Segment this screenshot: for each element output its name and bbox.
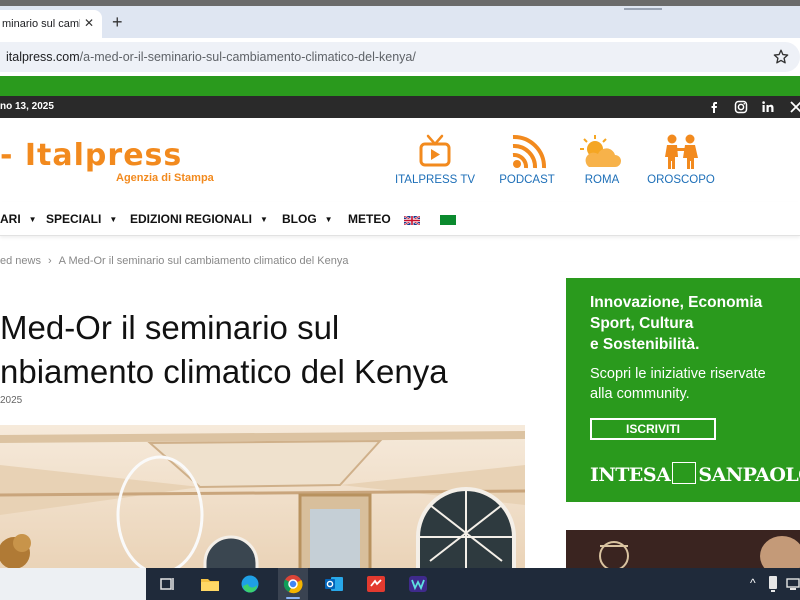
ad-headline-line: Sport, Cultura (590, 315, 694, 332)
ad-headline-line: e Sostenibilità. (590, 336, 700, 353)
logo-wordmark: - Italpress (0, 138, 183, 173)
task-view-icon[interactable] (158, 574, 178, 594)
ad-body-line: alla community. (590, 386, 690, 402)
caret-down-icon: ▼ (28, 215, 37, 224)
top-green-bar (0, 76, 800, 96)
ad-body-line: Scopri le iniziative riservate (590, 366, 766, 382)
ad-headline: Innovazione, Economia Sport, Cultura e S… (590, 292, 762, 355)
article-hero-image (0, 425, 525, 570)
intesa-sanpaolo-logo: INTESA SANPAOLO (590, 462, 800, 486)
instagram-icon[interactable] (733, 99, 749, 115)
breadcrumb: ed news › A Med-Or il seminario sul cambia… (0, 255, 348, 267)
tab-strip: minario sul camb ✕ + (0, 6, 800, 38)
linkedin-icon[interactable] (760, 99, 776, 115)
brand-right: SANPAOLO (698, 464, 800, 486)
breadcrumb-separator: › (47, 255, 52, 267)
nav-label: ARI (0, 212, 21, 226)
main-navigation: ARI ▼ SPECIALI ▼ EDIZIONI REGIONALI ▼ BLOG ▼… (0, 202, 800, 236)
new-tab-icon[interactable]: + (112, 13, 128, 31)
facebook-icon[interactable] (706, 99, 722, 115)
browser-tab[interactable]: minario sul camb ✕ (0, 10, 102, 38)
url-path: /a-med-or-il-seminario-sul-cambiamento-c… (79, 50, 416, 64)
teams-like-icon[interactable] (408, 574, 428, 594)
nav-label: SPECIALI (46, 212, 102, 226)
caret-down-icon: ▼ (109, 215, 118, 224)
edge-icon[interactable] (240, 574, 260, 594)
caret-down-icon: ▼ (324, 215, 333, 224)
network-icon[interactable] (786, 576, 800, 592)
url-text: italpress.com/a-med-or-il-seminario-sul-… (6, 50, 416, 64)
url-host: italpress.com (6, 50, 80, 64)
header-label: OROSCOPO (647, 174, 715, 186)
file-explorer-icon[interactable] (200, 574, 220, 594)
current-date: no 13, 2025 (0, 101, 54, 112)
header-link-oroscopo[interactable]: OROSCOPO (646, 134, 716, 196)
kids-icon (665, 134, 698, 169)
chrome-icon[interactable] (283, 574, 303, 594)
nav-item-edizioni-regionali[interactable]: EDIZIONI REGIONALI ▼ (130, 212, 268, 226)
ad-headline-line: Innovazione, Economia (590, 294, 763, 311)
taskbar-search-area[interactable] (0, 568, 146, 600)
x-twitter-icon[interactable] (788, 99, 800, 115)
publish-date: 2025 (0, 395, 23, 406)
window-drag-hint (624, 8, 662, 10)
header-label: PODCAST (499, 174, 555, 186)
iscriviti-button[interactable]: ISCRIVITI (590, 418, 716, 440)
intesa-sanpaolo-ad[interactable]: Innovazione, Economia Sport, Cultura e S… (566, 278, 800, 502)
top-info-bar: no 13, 2025 (0, 96, 800, 118)
nav-item-speciali[interactable]: SPECIALI ▼ (46, 212, 117, 226)
arabic-flag-icon[interactable] (440, 215, 456, 225)
article-title: Med-Or il seminario sul nbiamento climat… (0, 306, 530, 394)
logo-tagline: Agenzia di Stampa (116, 172, 214, 184)
screen: minario sul camb ✕ + italpress.com/a-med… (0, 0, 800, 600)
header-label: ROMA (584, 174, 620, 186)
outlook-icon[interactable] (324, 574, 344, 594)
podcast-icon (512, 134, 547, 169)
header-link-roma-weather[interactable]: ROMA (578, 134, 626, 196)
tv-icon (419, 134, 451, 167)
brand-left: INTESA (590, 464, 671, 486)
ad-photo (566, 530, 800, 570)
header-link-italpress-tv[interactable]: ITALPRESS TV (394, 134, 476, 196)
header-label: ITALPRESS TV (394, 174, 476, 186)
header-link-podcast[interactable]: PODCAST (496, 134, 558, 196)
secondary-ad-banner[interactable] (566, 530, 800, 570)
url-field[interactable]: italpress.com/a-med-or-il-seminario-sul-… (0, 42, 800, 72)
nav-label: EDIZIONI REGIONALI (130, 212, 253, 226)
nav-item-meteo[interactable]: METEO (348, 212, 391, 226)
nav-label: BLOG (282, 212, 317, 226)
site-header: - Italpress Agenzia di Stampa ITALPRESS … (0, 118, 800, 202)
caret-down-icon: ▼ (260, 215, 268, 224)
nav-label: METEO (348, 212, 391, 226)
nav-item-ari[interactable]: ARI ▼ (0, 212, 37, 226)
ad-body: Scopri le iniziative riservate alla comm… (590, 364, 766, 404)
hero-photo-illustration (0, 425, 525, 570)
bookmark-star-icon[interactable] (772, 48, 790, 66)
device-icon[interactable] (766, 575, 780, 593)
bank-logo-icon (672, 462, 697, 484)
title-line: nbiamento climatico del Kenya (0, 353, 448, 390)
active-app-indicator (286, 597, 300, 599)
breadcrumb-current: A Med-Or il seminario sul cambiamento cl… (58, 255, 349, 267)
close-tab-icon[interactable]: ✕ (82, 16, 96, 30)
chevron-up-icon[interactable]: ^ (750, 576, 756, 590)
breadcrumb-parent[interactable]: ed news (0, 255, 41, 267)
red-app-icon[interactable] (366, 574, 386, 594)
os-taskbar: ^ (0, 568, 800, 600)
nav-item-blog[interactable]: BLOG ▼ (282, 212, 333, 226)
title-line: Med-Or il seminario sul (0, 309, 340, 346)
address-bar: italpress.com/a-med-or-il-seminario-sul-… (0, 38, 800, 76)
weather-icon (580, 135, 621, 167)
uk-flag-icon[interactable] (404, 216, 420, 225)
tab-title: minario sul camb (2, 18, 80, 30)
